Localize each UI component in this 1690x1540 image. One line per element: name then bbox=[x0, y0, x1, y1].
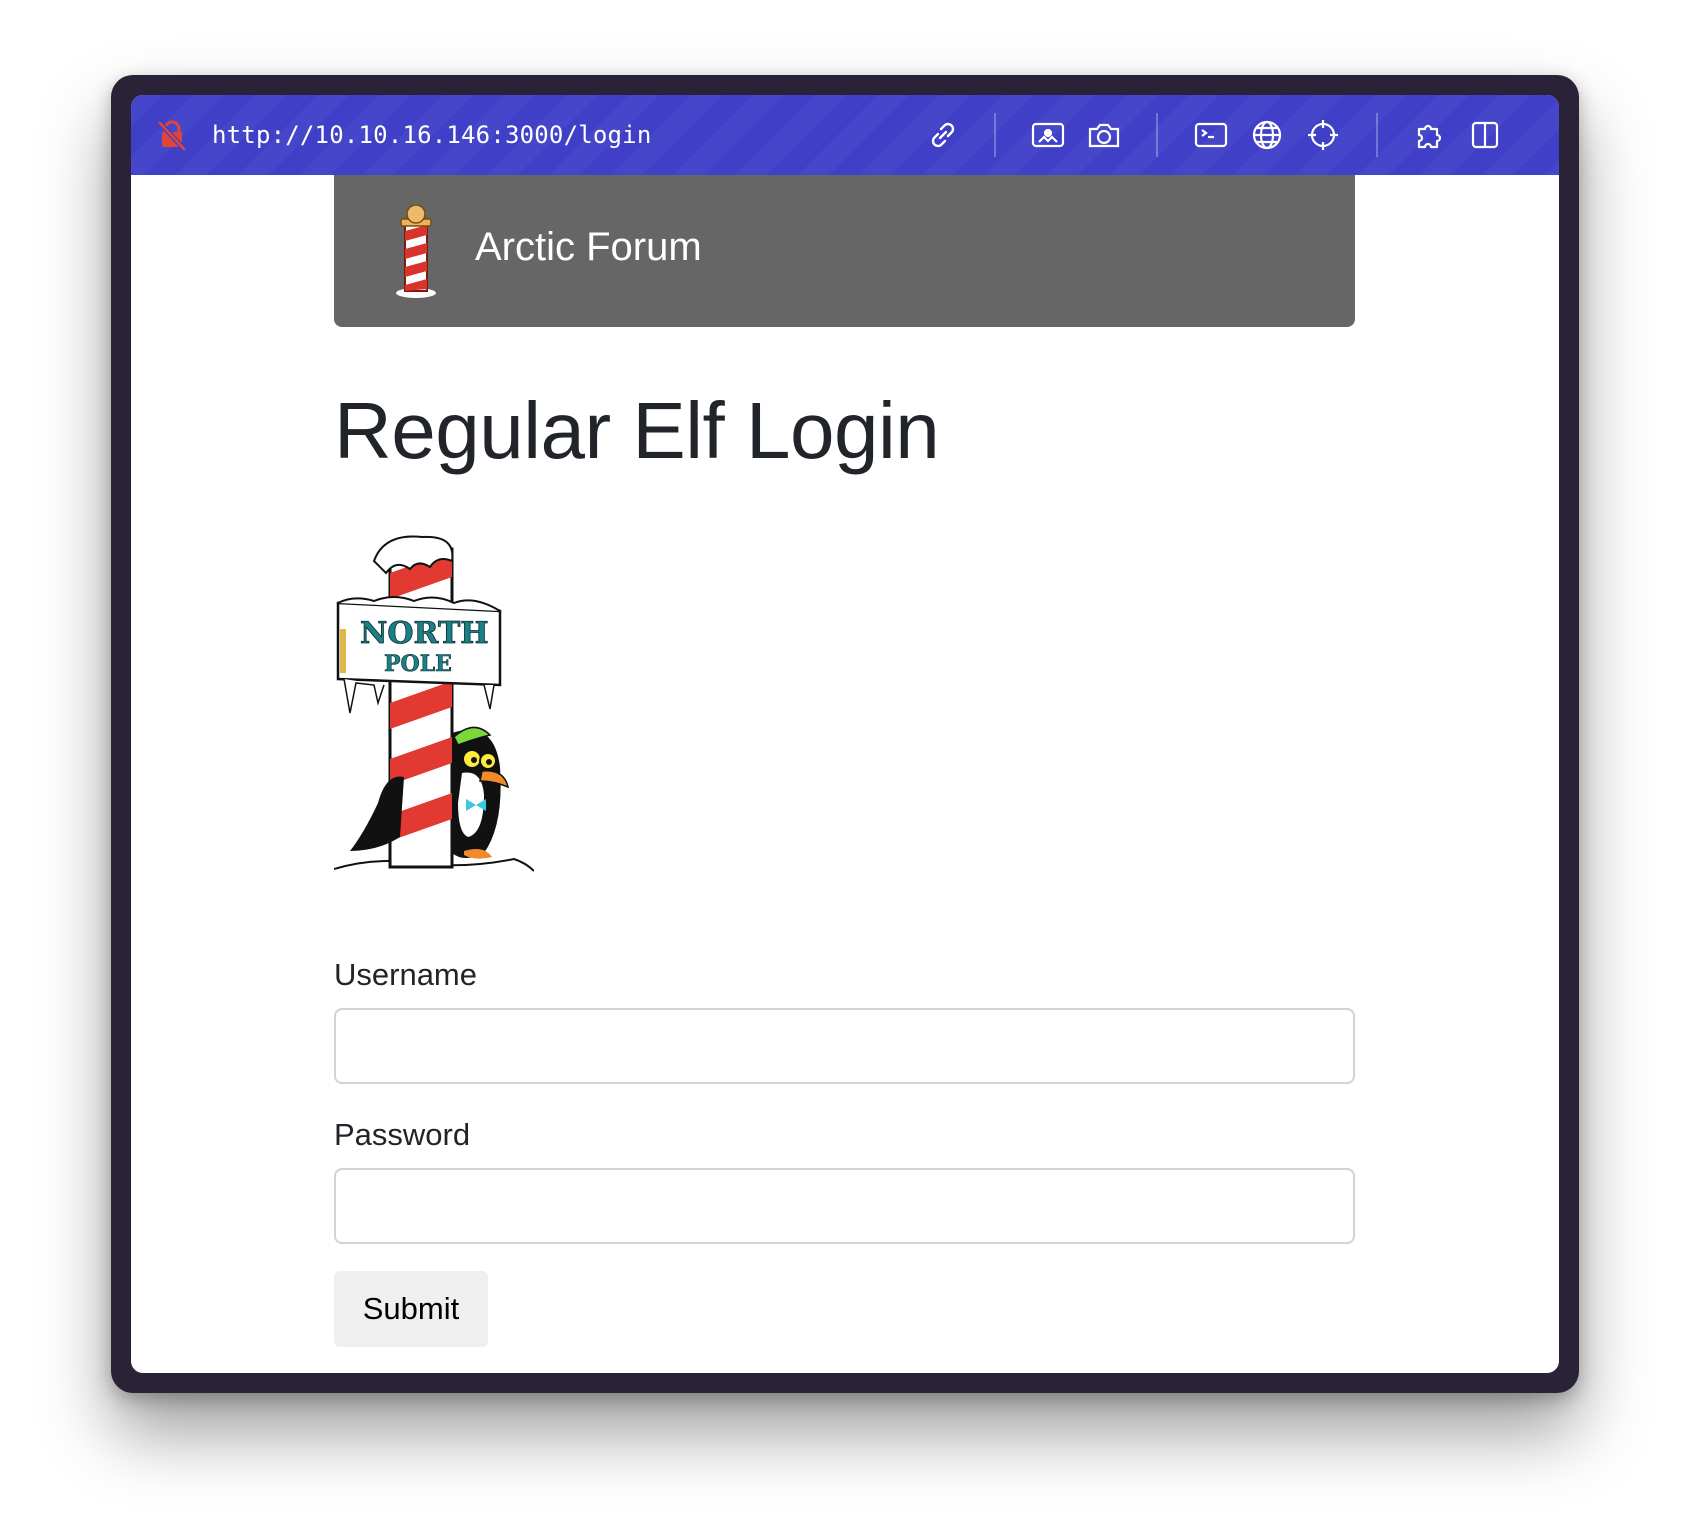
crosshair-icon[interactable] bbox=[1305, 117, 1341, 153]
camera-icon[interactable] bbox=[1086, 117, 1122, 153]
toolbar-divider bbox=[1156, 113, 1158, 157]
hero-sign-north: NORTH bbox=[360, 616, 489, 651]
username-input[interactable] bbox=[334, 1008, 1355, 1084]
north-pole-logo[interactable] bbox=[394, 204, 438, 299]
password-input[interactable] bbox=[334, 1168, 1355, 1244]
globe-icon[interactable] bbox=[1249, 117, 1285, 153]
submit-button[interactable]: Submit bbox=[334, 1271, 488, 1347]
toolbar-divider bbox=[994, 113, 996, 157]
link-icon[interactable] bbox=[925, 117, 961, 153]
browser-toolbar: http://10.10.16.146:3000/login bbox=[131, 95, 1559, 175]
brand-name[interactable]: Arctic Forum bbox=[475, 225, 702, 270]
site-navbar: Arctic Forum bbox=[334, 175, 1355, 327]
page-title: Regular Elf Login bbox=[334, 386, 940, 475]
insecure-lock-icon[interactable] bbox=[154, 117, 190, 153]
browser-window: http://10.10.16.146:3000/login Arctic Fo… bbox=[131, 95, 1559, 1373]
image-icon[interactable] bbox=[1030, 117, 1066, 153]
extension-icon[interactable] bbox=[1413, 117, 1449, 153]
toolbar-divider bbox=[1376, 113, 1378, 157]
hero-sign-pole: POLE bbox=[384, 651, 452, 677]
browser-frame: http://10.10.16.146:3000/login Arctic Fo… bbox=[111, 75, 1579, 1393]
username-label: Username bbox=[334, 957, 477, 992]
password-label: Password bbox=[334, 1117, 471, 1152]
screenshot-stage: http://10.10.16.146:3000/login Arctic Fo… bbox=[0, 0, 1690, 1540]
split-view-icon[interactable] bbox=[1467, 117, 1503, 153]
north-pole-penguin-image: NORTH POLE bbox=[333, 533, 535, 877]
address-bar-url[interactable]: http://10.10.16.146:3000/login bbox=[212, 121, 651, 149]
page-content: Arctic Forum Regular Elf Login NORTH POL… bbox=[131, 175, 1559, 1373]
terminal-icon[interactable] bbox=[1193, 117, 1229, 153]
